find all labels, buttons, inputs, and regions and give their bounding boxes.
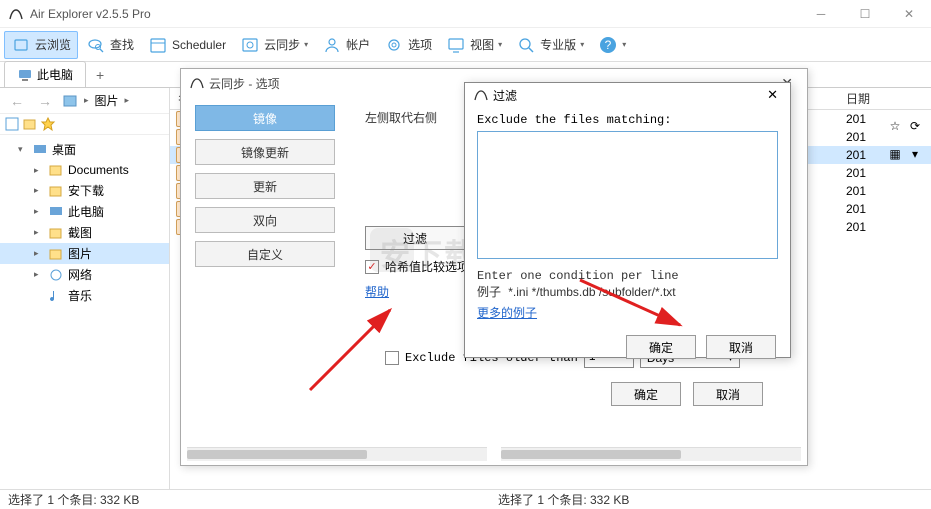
- sync-cancel-button[interactable]: 取消: [693, 382, 763, 406]
- magnifier-icon: [516, 35, 536, 55]
- sync-dialog-title: 云同步 - 选项: [209, 75, 280, 92]
- more-examples-link[interactable]: 更多的例子: [477, 306, 537, 320]
- tree-item-documents[interactable]: ▸Documents: [0, 160, 169, 180]
- tree-item-thispc[interactable]: ▸此电脑: [0, 201, 169, 222]
- folder-icon: [48, 183, 64, 199]
- gear-icon: [384, 35, 404, 55]
- sync-ok-button[interactable]: 确定: [611, 382, 681, 406]
- help-icon: ?: [598, 35, 618, 55]
- help-link[interactable]: 帮助: [365, 285, 389, 299]
- music-icon: [48, 288, 64, 304]
- tab-add-button[interactable]: +: [88, 63, 112, 87]
- mode-update-button[interactable]: 更新: [195, 173, 335, 199]
- mode-mirror-button[interactable]: 镜像: [195, 105, 335, 131]
- cloud-search-icon: [86, 35, 106, 55]
- mode-twoway-button[interactable]: 双向: [195, 207, 335, 233]
- main-toolbar: 云浏览 查找 Scheduler 云同步▾ 帐户 选项 视图▾ 专业版▾ ? ▾: [0, 28, 931, 62]
- favorite-icon[interactable]: ☆: [887, 118, 903, 134]
- tree-root-desktop[interactable]: ▾桌面: [0, 139, 169, 160]
- app-logo-icon: [473, 87, 489, 103]
- monitor-icon: [446, 35, 466, 55]
- tool-pro[interactable]: 专业版▾: [510, 32, 590, 58]
- maximize-button[interactable]: ☐: [843, 0, 887, 28]
- app-logo-icon: [189, 75, 205, 91]
- tree-item-screenshots[interactable]: ▸截图: [0, 222, 169, 243]
- svg-text:?: ?: [605, 38, 612, 52]
- pc-icon: [48, 204, 64, 220]
- tool-search[interactable]: 查找: [80, 32, 140, 58]
- app-logo-icon: [8, 6, 24, 22]
- status-right: 选择了 1 个条目: 332 KB: [498, 491, 629, 508]
- filter-dialog-close[interactable]: ✕: [763, 87, 782, 103]
- filter-cancel-button[interactable]: 取消: [706, 335, 776, 359]
- tool-account[interactable]: 帐户: [316, 32, 376, 58]
- filter-dialog-title: 过滤: [493, 87, 517, 104]
- desktop-icon: [32, 142, 48, 158]
- tree-item-downloads[interactable]: ▸安下载: [0, 180, 169, 201]
- nav-back[interactable]: ←: [6, 93, 28, 109]
- sync-icon: [240, 35, 260, 55]
- folder-icon: [48, 225, 64, 241]
- mode-custom-button[interactable]: 自定义: [195, 241, 335, 267]
- exclude-older-checkbox[interactable]: ✓: [385, 351, 399, 365]
- filter-ok-button[interactable]: 确定: [626, 335, 696, 359]
- close-button[interactable]: ✕: [887, 0, 931, 28]
- location-icon: [62, 93, 78, 109]
- folder-icon: [48, 246, 64, 262]
- pc-icon: [17, 67, 33, 83]
- tool-options[interactable]: 选项: [378, 32, 438, 58]
- col-date[interactable]: 日期: [846, 90, 870, 107]
- view-list-icon[interactable]: [4, 116, 20, 132]
- statusbar: 选择了 1 个条目: 332 KB 选择了 1 个条目: 332 KB: [0, 489, 931, 509]
- nav-forward[interactable]: →: [34, 93, 56, 109]
- tool-view[interactable]: 视图▾: [440, 32, 508, 58]
- tool-cloud-sync[interactable]: 云同步▾: [234, 32, 314, 58]
- tool-cloud-browse[interactable]: 云浏览: [4, 31, 78, 59]
- view-grid-icon[interactable]: ▦: [887, 146, 903, 162]
- filter-textarea[interactable]: [477, 131, 778, 259]
- dropdown-icon[interactable]: ▾: [907, 146, 923, 162]
- filter-label: Exclude the files matching:: [477, 113, 778, 127]
- network-icon: [48, 267, 64, 283]
- calendar-icon: [148, 35, 168, 55]
- tool-help[interactable]: ? ▾: [592, 32, 632, 58]
- folder-icon: [48, 162, 64, 178]
- mode-mirror-update-button[interactable]: 镜像更新: [195, 139, 335, 165]
- app-title: Air Explorer v2.5.5 Pro: [30, 7, 799, 21]
- titlebar: Air Explorer v2.5.5 Pro ─ ☐ ✕: [0, 0, 931, 28]
- new-folder-icon[interactable]: [22, 116, 38, 132]
- tree-item-music[interactable]: 音乐: [0, 285, 169, 306]
- filter-dialog: 过滤 ✕ Exclude the files matching: Enter o…: [464, 82, 791, 358]
- status-left: 选择了 1 个条目: 332 KB: [8, 491, 139, 508]
- folder-tree-pane: ← → ▸ 图片 ▸ ▾桌面 ▸Documents ▸安下载 ▸此电脑 ▸截图 …: [0, 88, 170, 489]
- minimize-button[interactable]: ─: [799, 0, 843, 28]
- cloud-browse-icon: [11, 35, 31, 55]
- tab-this-pc[interactable]: 此电脑: [4, 61, 86, 87]
- location-text: 图片: [95, 92, 119, 109]
- user-icon: [322, 35, 342, 55]
- tool-scheduler[interactable]: Scheduler: [142, 32, 232, 58]
- filter-hint: Enter one condition per line: [477, 269, 778, 283]
- watermark-lock-icon: [370, 228, 414, 272]
- tree-item-network[interactable]: ▸网络: [0, 264, 169, 285]
- refresh-icon[interactable]: ⟳: [907, 118, 923, 134]
- tree-item-pictures[interactable]: ▸图片: [0, 243, 169, 264]
- star-icon[interactable]: [40, 116, 56, 132]
